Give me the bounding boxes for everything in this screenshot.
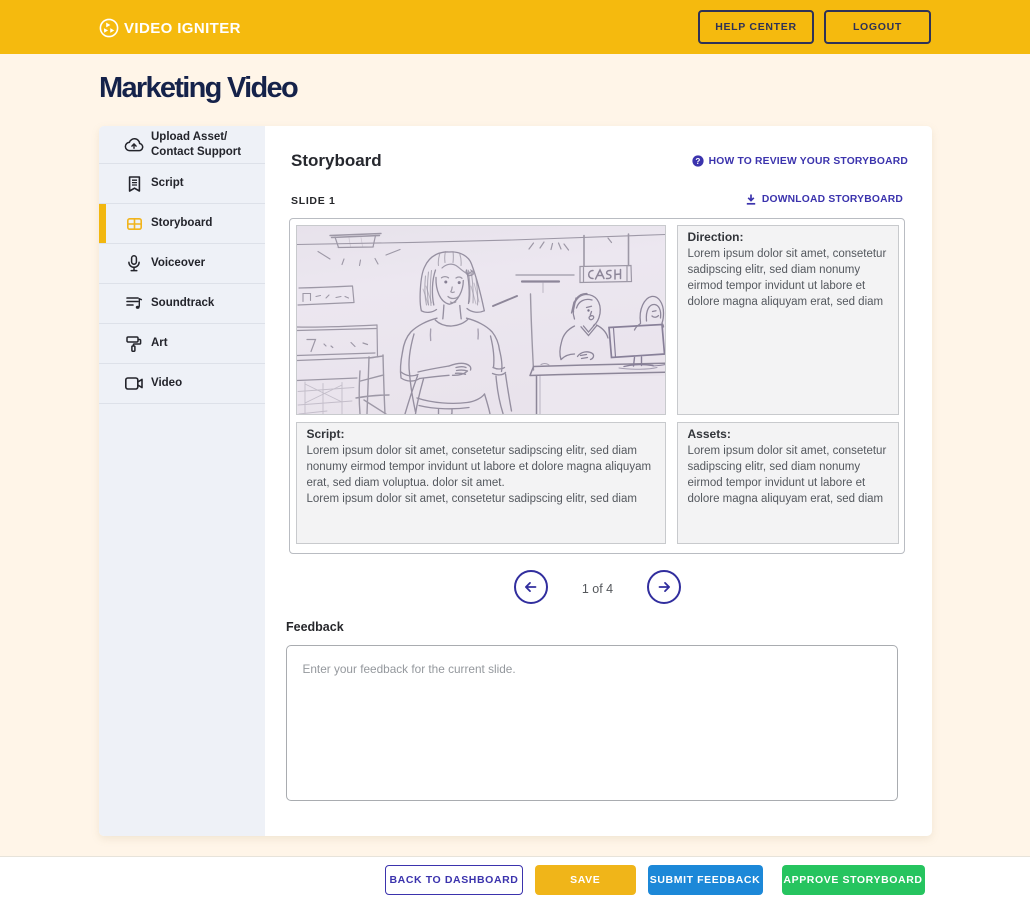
- svg-text:?: ?: [695, 157, 700, 166]
